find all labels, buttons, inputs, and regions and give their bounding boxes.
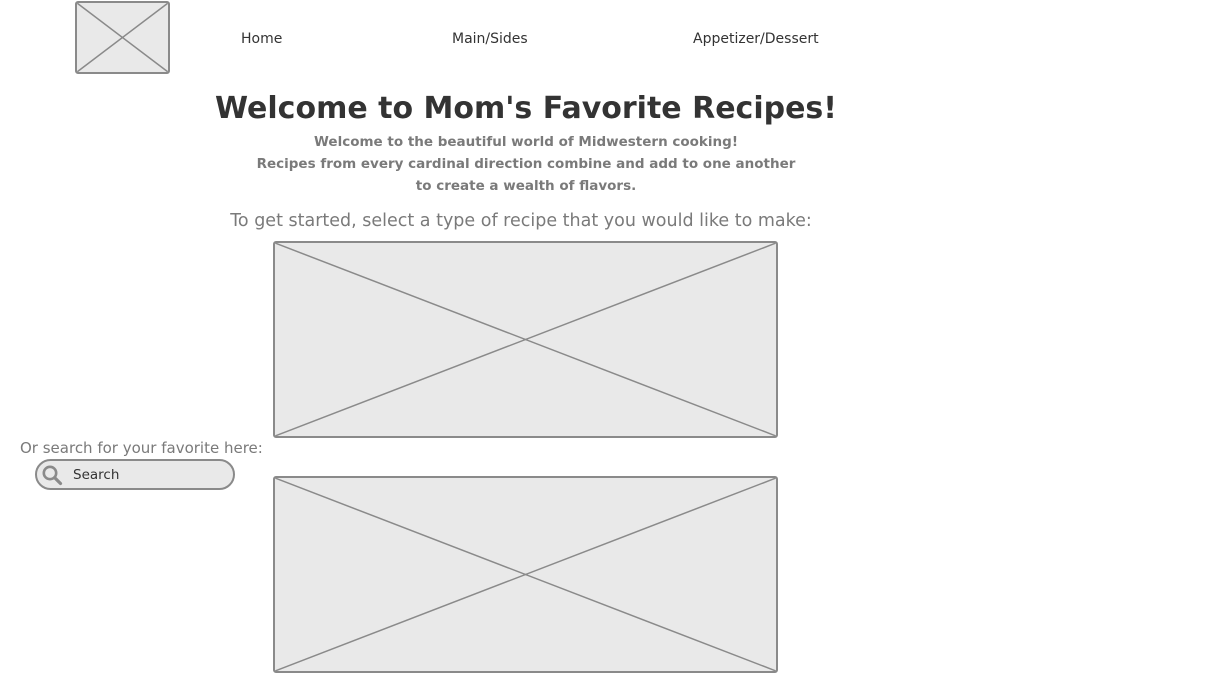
- recipe-type-prompt: To get started, select a type of recipe …: [230, 211, 812, 231]
- recipe-type-card-image[interactable]: [273, 476, 778, 673]
- intro-text-line: to create a wealth of flavors.: [415, 178, 637, 194]
- intro-text-line: Welcome to the beautiful world of Midwes…: [314, 134, 738, 150]
- image-placeholder-icon: [77, 3, 168, 72]
- search-box[interactable]: [35, 459, 235, 490]
- nav-link-home[interactable]: Home: [241, 31, 282, 47]
- image-placeholder-icon: [275, 243, 776, 436]
- search-icon: [42, 465, 63, 486]
- logo-image-placeholder[interactable]: [75, 1, 170, 74]
- recipe-type-card-image[interactable]: [273, 241, 778, 438]
- intro-text-line: Recipes from every cardinal direction co…: [256, 156, 796, 172]
- nav-link-appetizer-dessert[interactable]: Appetizer/Dessert: [693, 31, 819, 47]
- search-label: Or search for your favorite here:: [20, 439, 263, 457]
- page: Home Main/Sides Appetizer/Dessert Welcom…: [0, 0, 1208, 695]
- image-placeholder-icon: [275, 478, 776, 671]
- page-title: Welcome to Mom's Favorite Recipes!: [215, 91, 837, 126]
- search-input[interactable]: [73, 464, 223, 486]
- nav-link-main-sides[interactable]: Main/Sides: [452, 31, 528, 47]
